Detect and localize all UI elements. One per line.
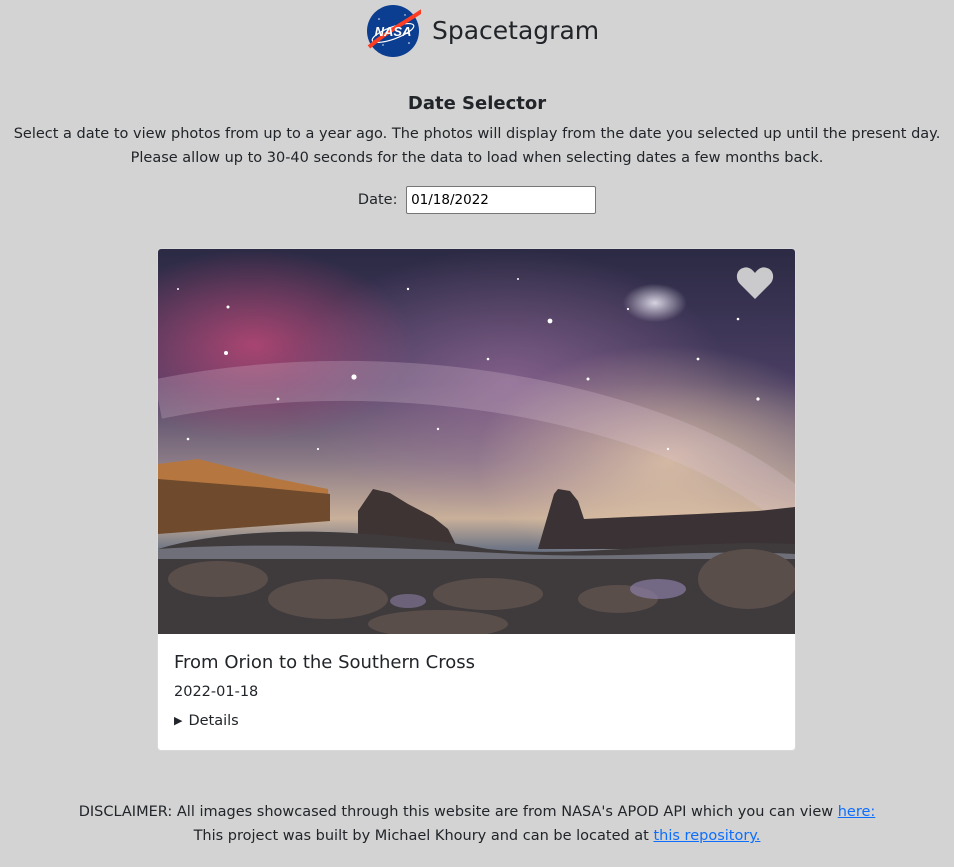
footer-disclaimer: DISCLAIMER: All images showcased through…: [0, 802, 954, 822]
date-selector-title: Date Selector: [407, 93, 547, 114]
photo-card: From Orion to the Southern Cross 2022-01…: [157, 248, 796, 751]
header: NASA Spacetagram: [0, 0, 954, 62]
triangle-right-icon: ▶: [174, 714, 183, 727]
card-title: From Orion to the Southern Cross: [174, 652, 476, 673]
footer-disclaimer-text: DISCLAIMER: All images showcased through…: [78, 804, 834, 820]
nasa-logo: NASA: [367, 5, 421, 57]
details-toggle[interactable]: ▶ Details: [174, 711, 239, 731]
heart-icon[interactable]: [735, 265, 775, 301]
date-selector-description-1: Select a date to view photos from up to …: [13, 126, 941, 142]
date-label: Date:: [357, 192, 398, 208]
date-input[interactable]: [406, 186, 597, 214]
date-row: Date:: [0, 186, 954, 214]
apod-api-link[interactable]: here:: [838, 804, 876, 820]
card-date: 2022-01-18: [174, 684, 259, 700]
date-selector-description-2: Please allow up to 30-40 seconds for the…: [130, 150, 824, 166]
nasa-logo-text: NASA: [375, 24, 412, 39]
details-label: Details: [188, 713, 239, 729]
footer-credits: This project was built by Michael Khoury…: [0, 826, 954, 846]
footer-credits-text: This project was built by Michael Khoury…: [193, 828, 649, 844]
app-title: Spacetagram: [432, 16, 600, 45]
apod-photo[interactable]: [158, 249, 795, 634]
repository-link[interactable]: this repository.: [653, 828, 760, 844]
